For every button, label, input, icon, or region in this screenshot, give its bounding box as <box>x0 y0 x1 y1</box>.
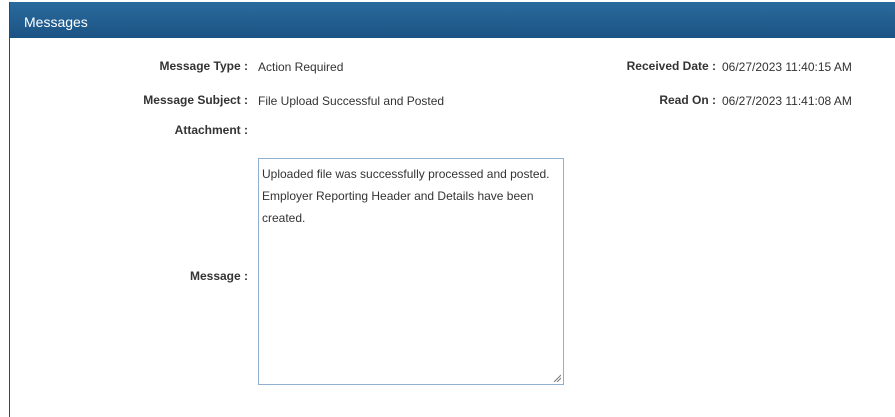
message-line-1: Uploaded file was successfully processed… <box>262 167 550 181</box>
message-subject-value: File Upload Successful and Posted <box>258 94 445 108</box>
received-date-label: Received Date : <box>626 59 716 73</box>
message-textarea[interactable]: Uploaded file was successfully processed… <box>258 158 564 385</box>
read-on-label: Read On : <box>659 93 716 107</box>
message-line-2: Employer Reporting Header and Details ha… <box>262 189 534 225</box>
messages-panel: Messages Message Type : Action Required … <box>9 2 895 417</box>
message-type-value: Action Required <box>258 60 344 74</box>
read-on-value: 06/27/2023 11:41:08 AM <box>722 94 852 108</box>
attachment-label: Attachment : <box>174 123 248 137</box>
received-date-value: 06/27/2023 11:40:15 AM <box>722 60 852 74</box>
resize-grip-icon[interactable] <box>553 374 561 382</box>
message-type-label: Message Type : <box>159 59 248 73</box>
panel-header: Messages <box>10 2 895 38</box>
message-label: Message : <box>189 269 248 283</box>
message-subject-label: Message Subject : <box>143 93 248 107</box>
message-text: Uploaded file was successfully processed… <box>262 163 560 229</box>
